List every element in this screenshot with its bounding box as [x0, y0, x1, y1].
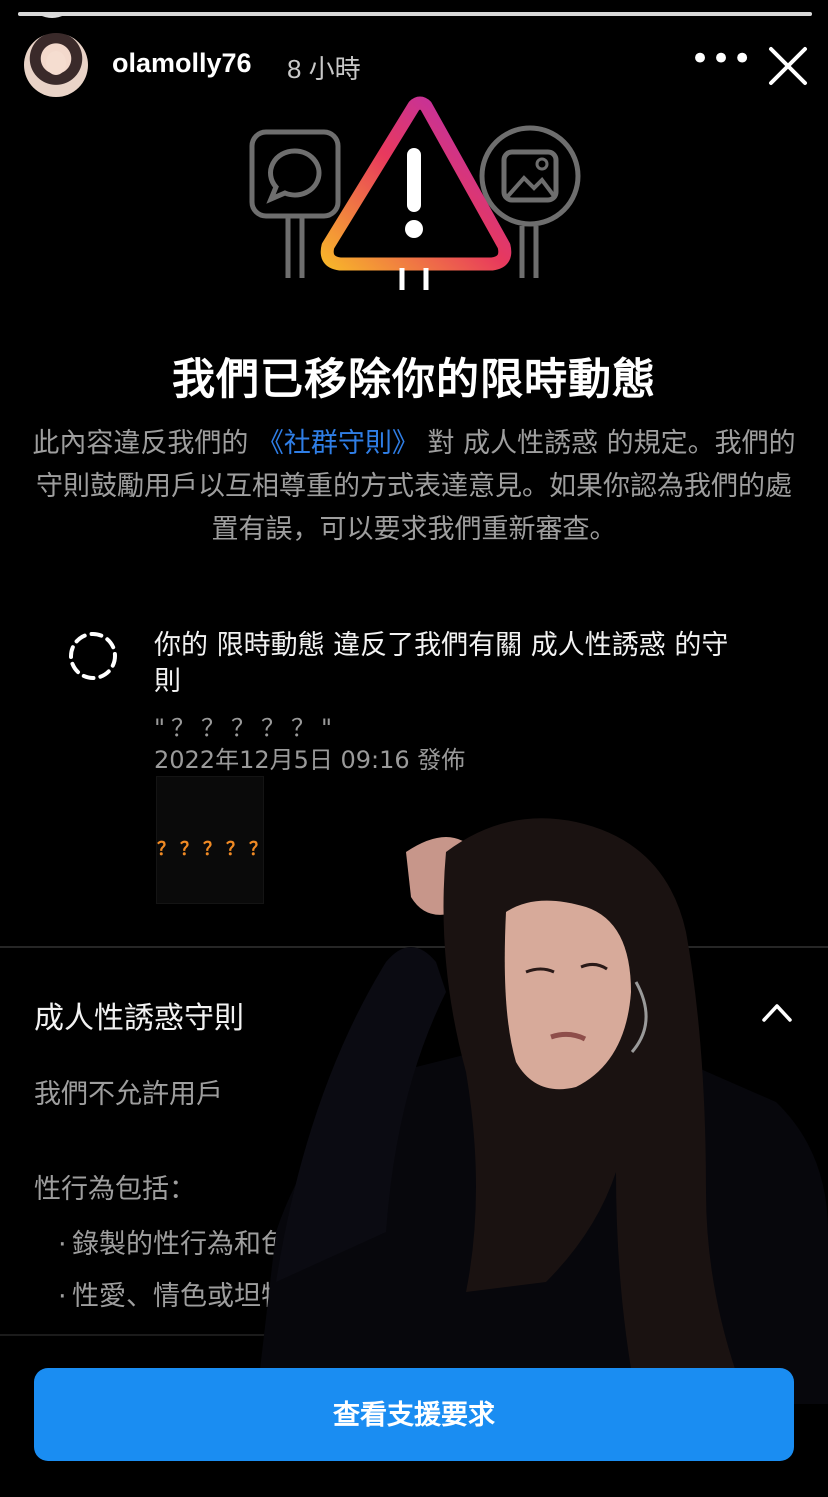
notice-body: 此內容違反我們的 《社群守則》 對 成人性誘惑 的規定。我們的守則鼓勵用戶以互相… [30, 422, 798, 551]
dashed-circle-icon [69, 632, 117, 680]
top-cutoff: ‿ [0, 0, 828, 22]
username[interactable]: olamolly76 [112, 48, 252, 79]
post-time: 8 小時 [287, 54, 361, 84]
avatar-face [46, 51, 66, 75]
story-progress-bar [18, 12, 812, 16]
more-horizontal-icon: ••• [690, 39, 754, 79]
view-support-request-button[interactable]: 查看支援要求 [34, 1368, 794, 1461]
woman-sticker-image [256, 818, 828, 1404]
guideline-paragraph-2: 性行為包括： [34, 1174, 196, 1205]
back-arrow-fragment: ‿ [40, 0, 65, 19]
story-progress-fill [18, 12, 812, 16]
avatar[interactable] [24, 33, 88, 97]
community-guidelines-link[interactable]: 《社群守則》 [257, 428, 419, 459]
close-icon [769, 47, 807, 85]
warning-illustration [249, 96, 581, 290]
violation-quote: "？？？？？" [154, 714, 339, 742]
close-button[interactable] [764, 42, 812, 90]
guideline-section-title[interactable]: 成人性誘惑守則 [34, 993, 244, 1037]
violation-date: 2022年12月5日 09:16 發佈 [154, 746, 466, 774]
more-options-button[interactable]: ••• [690, 42, 752, 84]
warning-triangle-icon [320, 96, 512, 290]
story-header: olamolly76 8 小時 ••• [0, 30, 828, 102]
violation-summary: 你的 限時動態 違反了我們有關 成人性誘惑 的守則 [154, 630, 729, 697]
notice-body-part1: 此內容違反我們的 [32, 428, 257, 459]
page-title: 我們已移除你的限時動態 [172, 355, 656, 405]
